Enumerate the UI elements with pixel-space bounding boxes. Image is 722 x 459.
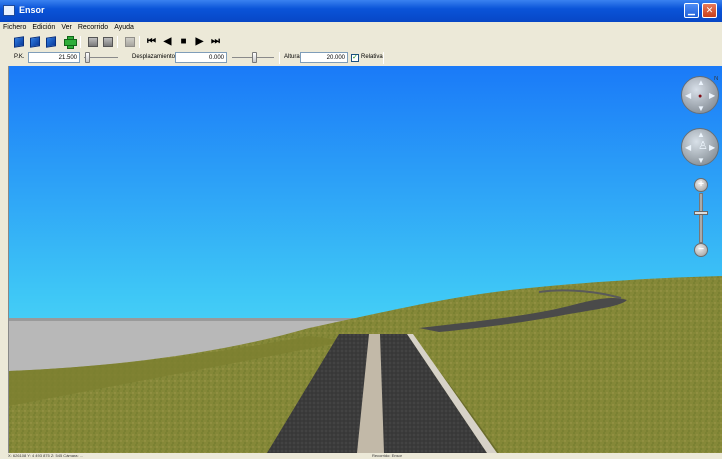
toolbar-separator — [80, 36, 81, 48]
arrow-right-icon: ▶ — [709, 143, 716, 152]
pk-label: P.K. — [14, 54, 25, 60]
status-route: Recorrido: Ensor — [372, 453, 403, 458]
layers-icon — [102, 36, 113, 47]
last-button[interactable]: ⏭ — [209, 35, 222, 48]
relativa-label: Relativa — [361, 54, 383, 60]
check-icon: ✓ — [352, 54, 358, 61]
grid-icon — [87, 36, 98, 47]
cube-icon — [13, 35, 24, 48]
north-indicator: N — [714, 76, 719, 82]
arrow-up-icon: ▲ — [697, 130, 705, 139]
view-cube-button-2[interactable] — [28, 35, 41, 48]
desplazamiento-input[interactable]: 0.000 — [175, 52, 227, 63]
pk-slider-thumb[interactable] — [85, 52, 91, 63]
play-icon: ▶ — [195, 36, 204, 47]
cube-icon — [29, 35, 40, 48]
tool-button-1[interactable] — [86, 35, 99, 48]
desplazamiento-label: Desplazamiento — [132, 54, 176, 60]
eye-icon: ● — [698, 93, 703, 100]
zoom-out-icon: − — [698, 244, 704, 255]
toolbar: ⏮ ◀ ■ ▶ ⏭ — [0, 34, 722, 50]
app-icon — [3, 5, 15, 16]
desplazamiento-slider-thumb[interactable] — [252, 52, 258, 63]
status-bar: X: 626108 Y: 4 493 875 Z: 545 Cámara: ..… — [0, 453, 722, 459]
move-cross-icon — [64, 36, 77, 49]
tool-button-2[interactable] — [101, 35, 114, 48]
relativa-checkbox[interactable]: ✓ — [351, 54, 359, 62]
menu-item-ver[interactable]: Ver — [58, 22, 75, 31]
window-title: Ensor — [19, 5, 45, 15]
parameters-bar: P.K. 21.500 Desplazamiento 0.000 Altura … — [0, 50, 722, 65]
3d-viewport[interactable]: ▲ ▼ ◀ ▶ ● N ▲ ▼ ◀ ▶ ♙ + − — [8, 66, 722, 453]
altura-input[interactable]: 20.000 — [300, 52, 348, 63]
look-control[interactable]: ▲ ▼ ◀ ▶ ● N — [681, 76, 719, 114]
terrain-scene — [9, 66, 722, 453]
title-bar: Ensor ▁ ✕ — [0, 0, 722, 22]
menu-item-edicion[interactable]: Edición — [29, 22, 58, 31]
minimize-icon: ▁ — [688, 5, 695, 15]
toolbar-separator — [117, 36, 118, 48]
measure-icon — [124, 36, 135, 47]
play-button[interactable]: ▶ — [193, 35, 206, 48]
first-button[interactable]: ⏮ — [145, 35, 158, 48]
view-cube-button-1[interactable] — [12, 35, 25, 48]
previous-button[interactable]: ◀ — [161, 35, 174, 48]
arrow-down-icon: ▼ — [697, 104, 705, 113]
arrow-up-icon: ▲ — [697, 78, 705, 87]
play-reverse-icon: ◀ — [163, 36, 172, 47]
zoom-out-button[interactable]: − — [694, 243, 708, 257]
menu-item-ayuda[interactable]: Ayuda — [111, 22, 137, 31]
arrow-down-icon: ▼ — [697, 156, 705, 165]
stop-icon: ■ — [180, 36, 187, 47]
pan-button[interactable] — [63, 35, 77, 49]
stop-button[interactable]: ■ — [177, 35, 190, 48]
menu-item-fichero[interactable]: Fichero — [0, 22, 29, 31]
zoom-slider-thumb[interactable] — [694, 211, 708, 216]
tool-button-3[interactable] — [123, 35, 136, 48]
zoom-slider-track[interactable] — [699, 193, 703, 243]
arrow-left-icon: ◀ — [685, 91, 692, 100]
close-button[interactable]: ✕ — [702, 3, 717, 18]
arrow-left-icon: ◀ — [685, 143, 692, 152]
pk-input[interactable]: 21.500 — [28, 52, 80, 63]
app-window: Ensor ▁ ✕ Fichero Edición Ver Recorrido Ayud… — [0, 0, 722, 459]
menu-bar: Fichero Edición Ver Recorrido Ayuda — [0, 22, 722, 34]
arrow-right-icon: ▶ — [709, 91, 716, 100]
zoom-in-button[interactable]: + — [694, 178, 708, 192]
menu-item-recorrido[interactable]: Recorrido — [75, 22, 111, 31]
move-control[interactable]: ▲ ▼ ◀ ▶ ♙ — [681, 128, 719, 166]
status-coordinates: X: 626108 Y: 4 493 875 Z: 545 Cámara: ..… — [8, 453, 84, 458]
zoom-in-icon: + — [698, 179, 704, 190]
altura-label: Altura — [284, 54, 300, 60]
view-cube-button-3[interactable] — [44, 35, 57, 48]
minimize-button[interactable]: ▁ — [684, 3, 699, 18]
walker-icon: ♙ — [698, 140, 708, 152]
toolbar-separator — [139, 36, 140, 48]
skip-forward-icon: ⏭ — [211, 36, 220, 47]
params-separator — [383, 52, 384, 64]
skip-back-icon: ⏮ — [147, 36, 156, 47]
params-separator — [279, 52, 280, 64]
cube-icon — [45, 35, 56, 48]
close-icon: ✕ — [705, 5, 714, 15]
